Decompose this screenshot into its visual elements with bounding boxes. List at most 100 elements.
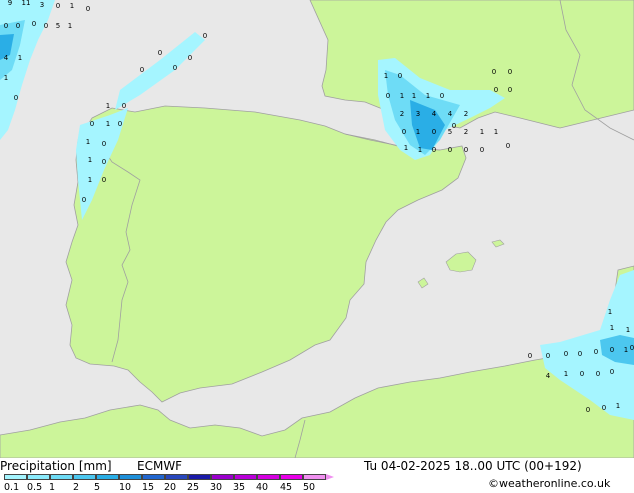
precip-point-value: 0: [440, 92, 444, 100]
precip-point-value: 0: [102, 140, 106, 148]
precip-point-value: 0: [158, 49, 162, 57]
precip-point-value: 3: [40, 1, 44, 9]
legend-swatch: [50, 474, 73, 480]
precip-point-value: 0: [386, 92, 390, 100]
precip-point-value: 0: [610, 346, 614, 354]
precip-point-value: 1: [564, 370, 568, 378]
precip-point-value: 2: [464, 110, 468, 118]
precip-point-value: 0: [4, 22, 8, 30]
precip-point-value: 1: [626, 326, 630, 334]
precip-point-value: 0: [56, 2, 60, 10]
credit-text: ©weatheronline.co.uk: [488, 477, 611, 490]
precip-point-value: 0: [118, 120, 122, 128]
precip-point-value: 1: [416, 128, 420, 136]
valid-time: Tu 04-02-2025 18..00 UTC (00+192): [364, 459, 582, 473]
precip-point-value: 1: [18, 54, 22, 62]
model-name: ECMWF: [137, 459, 183, 473]
precip-point-value: 0: [432, 146, 436, 154]
legend-swatch: [257, 474, 280, 480]
precip-point-value: 0: [492, 68, 496, 76]
legend-level-label: 25: [187, 482, 200, 493]
precip-point-value: 0: [448, 146, 452, 154]
precip-point-value: 0: [596, 370, 600, 378]
precip-point-value: 1: [616, 402, 620, 410]
precip-point-value: 1: [624, 346, 628, 354]
legend-level-label: 50: [303, 482, 316, 493]
legend-level-label: 2: [73, 482, 80, 493]
legend-arrow-icon: [326, 474, 334, 480]
legend-level-label: 0.5: [27, 482, 43, 493]
precip-point-value: 1: [426, 92, 430, 100]
precip-point-value: 1: [4, 74, 8, 82]
map-title: Precipitation [mm]: [0, 459, 112, 473]
precip-point-value: 1: [418, 146, 422, 154]
precip-point-value: 4: [546, 372, 551, 380]
precip-point-value: 1: [610, 324, 614, 332]
legend-swatch: [73, 474, 96, 480]
precip-point-value: 0: [140, 66, 144, 74]
precip-point-value: 9: [8, 0, 12, 7]
precip-point-value: 0: [586, 406, 590, 414]
legend-level-label: 0.1: [4, 482, 20, 493]
precip-point-value: 1: [0, 0, 2, 2]
precip-point-value: 0: [86, 5, 90, 13]
precip-point-value: 3: [416, 110, 420, 118]
precip-point-value: 0: [16, 22, 20, 30]
legend-level-label: 15: [142, 482, 155, 493]
precip-point-value: 0: [610, 368, 614, 376]
precip-point-value: 1: [480, 128, 484, 136]
legend-level-label: 30: [210, 482, 223, 493]
legend-swatch: [119, 474, 142, 480]
precip-point-value: 0: [122, 102, 126, 110]
precip-point-value: 4: [448, 110, 453, 118]
legend-swatch: [4, 474, 27, 480]
precip-point-value: 5: [56, 22, 60, 30]
precip-point-value: 0: [508, 68, 512, 76]
precip-point-value: 0: [494, 86, 498, 94]
legend-swatch: [96, 474, 119, 480]
precip-point-value: 0: [432, 128, 436, 136]
precip-point-value: 0: [508, 86, 512, 94]
precip-point-value: 0: [602, 404, 606, 412]
precip-point-value: 0: [452, 122, 456, 130]
precip-point-value: 1: [86, 138, 90, 146]
precip-point-value: 0: [82, 196, 86, 204]
legend-swatch: [27, 474, 50, 480]
precip-point-value: 0: [44, 22, 48, 30]
precip-point-value: 0: [578, 350, 582, 358]
legend-level-label: 1: [49, 482, 56, 493]
precip-point-value: 0: [594, 348, 598, 356]
precip-point-value: 1: [68, 22, 72, 30]
legend-level-label: 10: [119, 482, 132, 493]
precip-point-value: 4: [432, 110, 437, 118]
legend-swatch: [280, 474, 303, 480]
legend-level-label: 35: [233, 482, 246, 493]
precip-point-value: 0: [506, 142, 510, 150]
precip-point-value: 0: [630, 344, 634, 352]
legend-swatch: [142, 474, 165, 480]
precip-point-value: 1: [608, 308, 612, 316]
precip-point-value: 0: [402, 128, 406, 136]
precip-point-value: 1: [404, 144, 408, 152]
precip-point-value: 0: [14, 94, 18, 102]
precip-point-value: 1: [88, 176, 92, 184]
precip-point-value: 0: [528, 352, 532, 360]
precip-point-value: 0: [173, 64, 177, 72]
precip-point-value: 0: [480, 146, 484, 154]
legend-level-label: 5: [94, 482, 101, 493]
precip-point-value: 0: [32, 20, 36, 28]
precip-point-value: 1: [106, 120, 110, 128]
precip-point-value: 11: [22, 0, 31, 7]
precip-point-value: 1: [106, 102, 110, 110]
legend-level-label: 20: [164, 482, 177, 493]
legend-level-label: 40: [256, 482, 269, 493]
precip-point-value: 0: [546, 352, 550, 360]
precip-point-value: 1: [494, 128, 498, 136]
precip-point-value: 4: [4, 54, 9, 62]
legend-swatch: [165, 474, 188, 480]
precip-point-value: 2: [464, 128, 468, 136]
precip-point-value: 0: [580, 370, 584, 378]
legend-swatch: [188, 474, 211, 480]
precip-point-value: 0: [564, 350, 568, 358]
legend-swatch: [234, 474, 257, 480]
